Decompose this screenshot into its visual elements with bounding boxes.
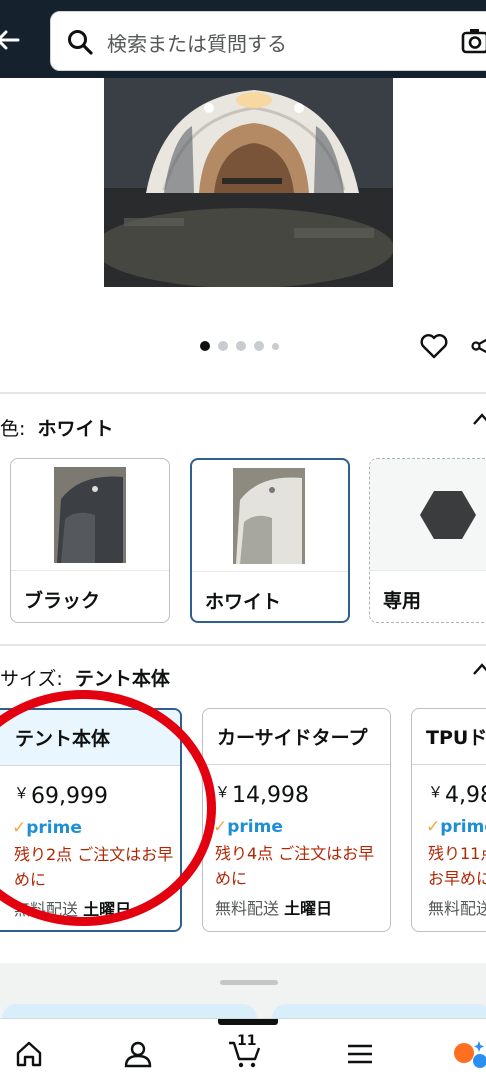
tent-photo (104, 78, 393, 287)
color-option-label: 専用 (383, 590, 422, 612)
yen-symbol: ￥ (215, 783, 231, 801)
size-option-car-side-tarp[interactable]: カーサイドタープ ￥14,998 ✓prime 残り4点 ご注文はお早めに 無料… (202, 708, 391, 932)
search-input[interactable]: 検索または質問する (50, 11, 486, 71)
menu-icon[interactable] (345, 1039, 375, 1069)
sheet-handle[interactable] (220, 980, 278, 985)
search-placeholder: 検索または質問する (107, 32, 287, 56)
cart-count: 11 (237, 1033, 257, 1049)
carousel-dot[interactable] (236, 341, 246, 351)
section-divider (0, 644, 486, 646)
color-option-black[interactable]: ブラック (10, 458, 170, 623)
search-icon (68, 30, 93, 55)
stock-notice: 残り11点 お早めに (428, 844, 486, 888)
price-value: 14,998 (232, 783, 309, 808)
prime-badge: ✓prime (426, 817, 486, 837)
chevron-up-icon[interactable] (472, 410, 486, 430)
chevron-up-icon[interactable] (472, 660, 486, 680)
price: ￥14,998 (215, 781, 309, 808)
carousel-dot[interactable] (200, 341, 210, 351)
cart-icon[interactable]: 11 (228, 1033, 261, 1069)
heart-icon[interactable] (420, 333, 448, 359)
color-option-label: ホワイト (205, 591, 282, 613)
back-arrow-icon[interactable] (0, 22, 24, 58)
delivery-day: 土曜日 (284, 899, 333, 918)
product-image[interactable] (104, 78, 393, 287)
prime-text: prime (440, 817, 486, 837)
color-thumb (370, 459, 486, 571)
size-label: サイズ: (0, 668, 63, 690)
size-option-name: カーサイドタープ (203, 709, 390, 765)
carousel-dot[interactable] (254, 341, 264, 351)
yen-symbol: ￥ (428, 783, 444, 801)
color-thumb (192, 460, 348, 572)
carousel-dot[interactable] (272, 342, 279, 350)
size-selector-label: サイズ: テント本体 (0, 664, 170, 691)
carousel-dots (200, 341, 279, 351)
delivery-label: 無料配送 (428, 899, 486, 918)
color-option-white[interactable]: ホワイト (190, 458, 350, 623)
color-option-label: ブラック (24, 590, 101, 612)
size-option-tpu[interactable]: TPUド ￥4,98 ✓prime 残り11点 お早めに 無料配送 (411, 708, 486, 932)
product-page: 検索または質問する 色: ホワイト ブラック ホワイト 専用 サイズ: テント本… (0, 0, 486, 1080)
bottom-nav: 11 (0, 1018, 486, 1080)
top-header: 検索または質問する (0, 0, 486, 78)
color-option-dedicated[interactable]: 専用 (369, 458, 486, 623)
size-selected-value: テント本体 (74, 668, 170, 690)
prime-text: prime (227, 817, 283, 837)
price-value: 4,98 (445, 783, 486, 808)
carousel-dot[interactable] (218, 341, 228, 351)
camera-icon[interactable] (461, 26, 486, 56)
section-divider (0, 392, 486, 394)
annotation-circle (0, 690, 216, 926)
delivery-info: 無料配送 土曜日 (215, 895, 332, 919)
delivery-label: 無料配送 (215, 899, 280, 918)
share-icon[interactable] (470, 335, 486, 357)
color-label: 色: (0, 418, 26, 440)
active-tab-indicator (218, 1019, 278, 1025)
account-icon[interactable] (123, 1039, 153, 1069)
color-thumb (11, 459, 169, 571)
delivery-info: 無料配送 (428, 895, 486, 919)
color-selector-label: 色: ホワイト (0, 414, 113, 441)
home-icon[interactable] (14, 1039, 44, 1069)
prime-badge: ✓prime (213, 817, 283, 837)
assistant-icon[interactable] (452, 1039, 486, 1069)
size-option-name: TPUド (412, 709, 486, 765)
price: ￥4,98 (428, 781, 486, 808)
color-selected-value: ホワイト (37, 418, 114, 440)
stock-notice: 残り4点 ご注文はお早めに (215, 844, 375, 888)
